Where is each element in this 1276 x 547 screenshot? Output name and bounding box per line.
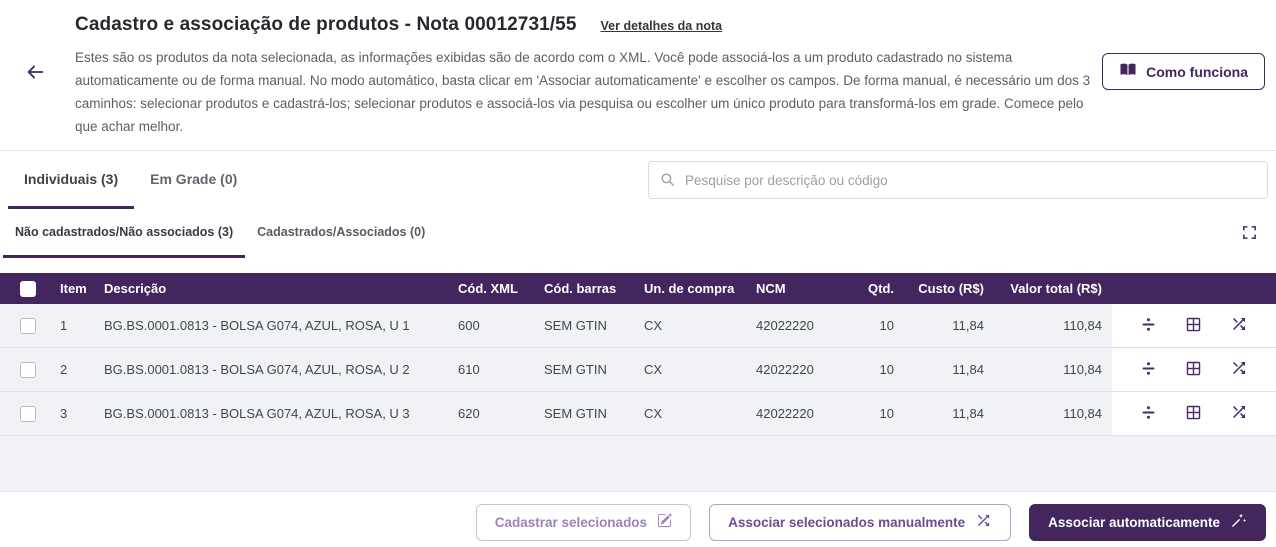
col-cod-barras: Cód. barras [544, 273, 644, 304]
row-checkbox[interactable] [20, 362, 36, 378]
shuffle-icon [1230, 403, 1248, 424]
table-row: 1 BG.BS.0001.0813 - BOLSA G074, AZUL, RO… [0, 304, 1276, 348]
cell-valor-total: 110,84 [996, 348, 1112, 391]
divide-icon [1139, 403, 1158, 425]
col-custo: Custo (R$) [898, 273, 996, 304]
associate-row-button[interactable] [1223, 310, 1255, 342]
cell-ncm: 42022220 [756, 392, 852, 435]
arrow-left-icon [24, 61, 46, 86]
book-icon [1119, 61, 1137, 82]
subtabs-row: Não cadastrados/Não associados (3) Cadas… [0, 209, 1276, 258]
table-empty-space [0, 436, 1276, 488]
row-checkbox[interactable] [20, 318, 36, 334]
cell-qtd: 10 [852, 392, 898, 435]
cell-custo: 11,84 [898, 304, 996, 347]
subtab-nao-cadastrados[interactable]: Não cadastrados/Não associados (3) [3, 209, 245, 258]
cell-custo: 11,84 [898, 392, 996, 435]
search-input[interactable] [648, 161, 1268, 199]
cell-item: 3 [48, 392, 102, 435]
cell-custo: 11,84 [898, 348, 996, 391]
col-ncm: NCM [756, 273, 852, 304]
divide-icon [1139, 359, 1158, 381]
row-checkbox[interactable] [20, 406, 36, 422]
shuffle-icon [975, 512, 992, 532]
grid-icon [1185, 404, 1202, 424]
grade-row-button[interactable] [1178, 354, 1210, 386]
associate-automatically-label: Associar automaticamente [1048, 515, 1220, 530]
cell-ncm: 42022220 [756, 348, 852, 391]
cell-valor-total: 110,84 [996, 304, 1112, 347]
back-button[interactable] [20, 58, 50, 88]
cell-un-compra: CX [644, 348, 756, 391]
grid-icon [1185, 316, 1202, 336]
col-qtd: Qtd. [852, 273, 898, 304]
shuffle-icon [1230, 315, 1248, 336]
cell-descricao: BG.BS.0001.0813 - BOLSA G074, AZUL, ROSA… [102, 304, 458, 347]
products-table: Item Descrição Cód. XML Cód. barras Un. … [0, 273, 1276, 492]
tab-em-grade-label: Em Grade (0) [150, 171, 237, 187]
cell-un-compra: CX [644, 392, 756, 435]
shuffle-icon [1230, 359, 1248, 380]
expand-table-button[interactable] [1236, 221, 1262, 247]
col-valor-total: Valor total (R$) [996, 273, 1112, 304]
note-details-link[interactable]: Ver detalhes da nota [601, 19, 723, 33]
search-wrap [648, 161, 1268, 199]
title-row: Cadastro e associação de produtos - Nota… [75, 14, 1097, 36]
divide-row-button[interactable] [1133, 354, 1165, 386]
divide-row-button[interactable] [1133, 398, 1165, 430]
cell-cod-xml: 610 [458, 348, 544, 391]
col-cod-xml: Cód. XML [458, 273, 544, 304]
cell-valor-total: 110,84 [996, 392, 1112, 435]
register-selected-button[interactable]: Cadastrar selecionados [476, 504, 691, 541]
select-all-checkbox[interactable] [20, 281, 36, 297]
cell-cod-xml: 600 [458, 304, 544, 347]
cell-descricao: BG.BS.0001.0813 - BOLSA G074, AZUL, ROSA… [102, 392, 458, 435]
associate-row-button[interactable] [1223, 398, 1255, 430]
col-un-compra: Un. de compra [644, 273, 756, 304]
associate-automatically-button[interactable]: Associar automaticamente [1029, 504, 1266, 541]
divide-row-button[interactable] [1133, 310, 1165, 342]
associate-row-button[interactable] [1223, 354, 1255, 386]
col-descricao: Descrição [102, 273, 458, 304]
subtab-cadastrados-label: Cadastrados/Associados (0) [257, 225, 425, 239]
grade-row-button[interactable] [1178, 398, 1210, 430]
edit-square-icon [657, 513, 672, 531]
page-title: Cadastro e associação de produtos - Nota… [75, 14, 577, 36]
fullscreen-icon [1241, 224, 1258, 244]
subtab-cadastrados[interactable]: Cadastrados/Associados (0) [245, 209, 437, 258]
tab-em-grade[interactable]: Em Grade (0) [134, 151, 253, 209]
table-row: 3 BG.BS.0001.0813 - BOLSA G074, AZUL, RO… [0, 392, 1276, 436]
tabs-row: Individuais (3) Em Grade (0) [0, 151, 1276, 209]
how-it-works-button[interactable]: Como funciona [1102, 53, 1265, 90]
grade-row-button[interactable] [1178, 310, 1210, 342]
subtab-nao-cadastrados-label: Não cadastrados/Não associados (3) [15, 225, 233, 239]
associate-manually-button[interactable]: Associar selecionados manualmente [709, 504, 1011, 541]
cell-cod-barras: SEM GTIN [544, 304, 644, 347]
page-description: Estes são os produtos da nota selecionad… [75, 46, 1097, 138]
cell-qtd: 10 [852, 348, 898, 391]
cell-cod-barras: SEM GTIN [544, 392, 644, 435]
cell-cod-barras: SEM GTIN [544, 348, 644, 391]
grid-icon [1185, 360, 1202, 380]
magic-wand-icon [1230, 512, 1247, 532]
cell-descricao: BG.BS.0001.0813 - BOLSA G074, AZUL, ROSA… [102, 348, 458, 391]
cell-ncm: 42022220 [756, 304, 852, 347]
cell-item: 1 [48, 304, 102, 347]
how-it-works-label: Como funciona [1146, 64, 1248, 80]
col-item: Item [48, 273, 102, 304]
tab-individuais-label: Individuais (3) [24, 171, 118, 187]
table-row: 2 BG.BS.0001.0813 - BOLSA G074, AZUL, RO… [0, 348, 1276, 392]
page-header: Cadastro e associação de produtos - Nota… [0, 0, 1276, 151]
register-selected-label: Cadastrar selecionados [495, 515, 647, 530]
cell-item: 2 [48, 348, 102, 391]
associate-manually-label: Associar selecionados manualmente [728, 515, 965, 530]
footer-actions: Cadastrar selecionados Associar selecion… [0, 492, 1276, 547]
cell-qtd: 10 [852, 304, 898, 347]
tab-individuais[interactable]: Individuais (3) [8, 151, 134, 209]
cell-cod-xml: 620 [458, 392, 544, 435]
cell-un-compra: CX [644, 304, 756, 347]
table-header-row: Item Descrição Cód. XML Cód. barras Un. … [0, 273, 1276, 304]
divide-icon [1139, 315, 1158, 337]
col-actions [1112, 273, 1276, 304]
